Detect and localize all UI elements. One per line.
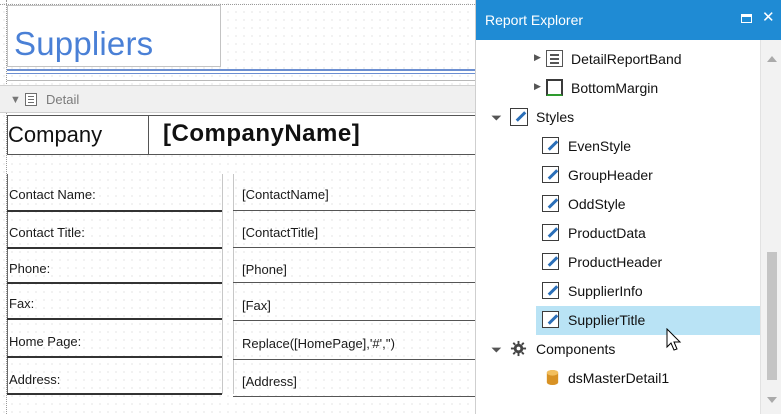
tree-item-label: ProductHeader <box>568 254 663 270</box>
field-label[interactable]: Home Page: <box>9 334 81 349</box>
style-icon <box>542 137 559 154</box>
title-underline <box>7 69 475 71</box>
band-separator <box>7 80 475 81</box>
scroll-up-icon[interactable] <box>767 56 777 62</box>
tree-item-label: OddStyle <box>568 196 626 212</box>
detail-band-icon <box>25 93 37 106</box>
tree-item-label: Components <box>536 341 616 357</box>
scroll-down-icon[interactable] <box>767 397 777 403</box>
tree-item-style[interactable]: SupplierInfo <box>476 277 760 306</box>
tree-item-styles[interactable]: ◢ Styles <box>476 103 760 132</box>
field-value[interactable]: [ContactTitle] <box>242 225 318 240</box>
style-icon <box>542 253 559 270</box>
row-divider <box>233 282 475 283</box>
tree-item-label: SupplierTitle <box>568 312 646 328</box>
band-label: Detail <box>46 92 80 107</box>
field-value[interactable]: [Phone] <box>242 262 287 277</box>
tree-item-label: DetailReportBand <box>571 51 682 67</box>
style-icon <box>542 282 559 299</box>
row-divider <box>233 396 475 397</box>
tree-item-style[interactable]: ProductHeader <box>476 248 760 277</box>
field-label[interactable]: Address: <box>9 372 60 387</box>
style-icon <box>542 311 559 328</box>
field-value[interactable]: [ContactName] <box>242 187 329 202</box>
field-value[interactable]: [Fax] <box>242 298 271 313</box>
field-value[interactable]: Replace([HomePage],'#','') <box>242 336 395 351</box>
styles-folder-icon <box>510 108 528 126</box>
report-title-label[interactable]: Suppliers <box>7 5 221 67</box>
panel-title: Report Explorer <box>485 12 584 28</box>
row-divider <box>233 247 475 248</box>
tree-item-label: dsMasterDetail1 <box>568 370 670 386</box>
close-icon[interactable]: ✕ <box>762 9 778 27</box>
style-icon <box>542 166 559 183</box>
report-explorer-panel: Report Explorer ✕ ▶ DetailReportBand ▶ B… <box>475 0 781 414</box>
explorer-tree: ▶ DetailReportBand ▶ BottomMargin ◢ Styl… <box>476 40 760 414</box>
expand-arrow-icon[interactable]: ▶ <box>534 81 541 92</box>
detail-band-icon <box>546 50 563 67</box>
row-divider <box>233 359 475 360</box>
panel-title-bar[interactable]: Report Explorer ✕ <box>476 0 781 40</box>
tree-item-style[interactable]: GroupHeader <box>476 161 760 190</box>
value-column-guide <box>233 174 234 394</box>
field-label[interactable]: Contact Name: <box>9 187 96 202</box>
field-table-border <box>7 174 8 394</box>
collapse-arrow-icon[interactable]: ◢ <box>490 109 503 122</box>
tree-item-style-selected[interactable]: SupplierTitle <box>536 306 760 351</box>
row-divider <box>7 282 222 284</box>
company-label[interactable]: Company <box>8 122 102 148</box>
row-divider <box>7 393 222 395</box>
row-divider <box>7 356 222 358</box>
collapse-arrow-icon[interactable]: ▼ <box>10 94 21 106</box>
company-row[interactable]: Company [CompanyName] <box>7 115 475 155</box>
scroll-thumb[interactable] <box>767 252 777 380</box>
detail-band-header[interactable]: ▼ Detail <box>0 85 475 113</box>
tree-item-component[interactable]: dsMasterDetail1 <box>476 364 760 393</box>
gear-icon <box>510 340 527 357</box>
style-icon <box>542 224 559 241</box>
title-underline-thin <box>7 73 475 74</box>
tree-item-label: EvenStyle <box>568 138 632 154</box>
expand-arrow-icon[interactable]: ▶ <box>534 52 541 63</box>
field-label[interactable]: Contact Title: <box>9 225 85 240</box>
company-separator <box>148 116 149 154</box>
row-divider <box>7 247 222 249</box>
style-icon <box>542 195 559 212</box>
tree-item-style[interactable]: EvenStyle <box>476 132 760 161</box>
report-title-text: Suppliers <box>14 25 154 62</box>
tree-item-label: Styles <box>536 109 575 125</box>
field-value[interactable]: [Address] <box>242 374 297 389</box>
row-divider <box>233 210 475 211</box>
field-label[interactable]: Fax: <box>9 296 34 311</box>
report-design-surface[interactable]: Suppliers ▼ Detail Company [CompanyName]… <box>0 0 475 414</box>
collapse-arrow-icon[interactable]: ◢ <box>490 341 503 354</box>
field-label[interactable]: Phone: <box>9 261 50 276</box>
tree-item-detail-report-band[interactable]: ▶ DetailReportBand <box>476 45 760 74</box>
row-divider <box>7 318 222 320</box>
row-divider <box>233 320 475 321</box>
tree-item-style[interactable]: OddStyle <box>476 190 760 219</box>
company-name-field[interactable]: [CompanyName] <box>163 120 360 148</box>
tree-item-components[interactable]: ◢ Components <box>476 335 760 364</box>
vertical-scrollbar[interactable] <box>760 40 781 414</box>
field-column-guide <box>222 174 223 394</box>
bottom-margin-icon <box>546 79 563 96</box>
database-icon <box>546 369 559 386</box>
tree-item-bottom-margin[interactable]: ▶ BottomMargin <box>476 74 760 103</box>
tree-item-label: BottomMargin <box>571 80 659 96</box>
tree-item-label: GroupHeader <box>568 167 653 183</box>
maximize-icon[interactable] <box>740 12 754 25</box>
tree-item-label: ProductData <box>568 225 646 241</box>
tree-item-style[interactable]: ProductData <box>476 219 760 248</box>
tree-item-label: SupplierInfo <box>568 283 643 299</box>
row-divider <box>7 210 222 212</box>
